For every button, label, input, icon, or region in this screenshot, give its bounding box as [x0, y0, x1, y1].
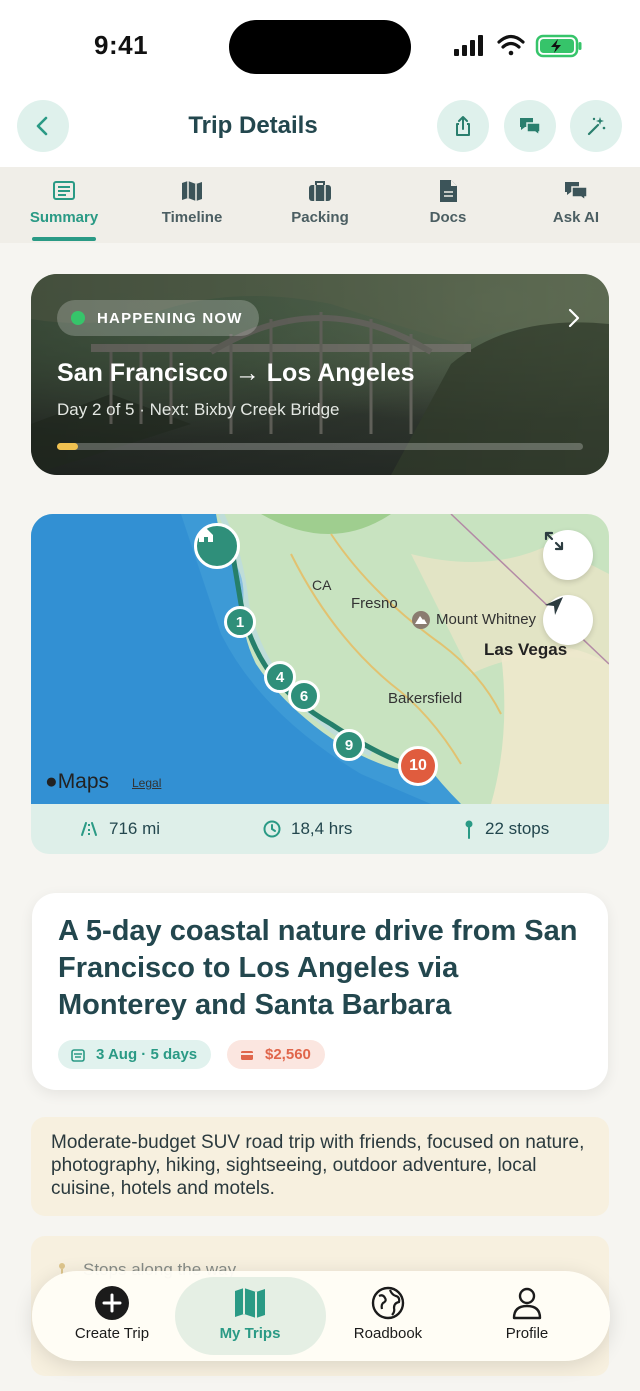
credit-card-icon: [241, 1051, 253, 1060]
calendar-icon: [71, 1049, 85, 1062]
clock-icon: [263, 820, 281, 838]
road-icon: [81, 822, 97, 836]
plus-circle-icon: [95, 1286, 129, 1320]
status-icons: [452, 32, 582, 62]
map-label-state: CA: [312, 577, 332, 593]
tab-docs[interactable]: Docs: [384, 177, 512, 226]
stat-stops: 22 stops: [463, 804, 549, 854]
share-icon: [456, 116, 470, 136]
stat-distance-value: 716 mi: [109, 819, 161, 838]
mountain-icon: [412, 611, 430, 629]
stat-distance: 716 mi: [79, 804, 160, 854]
date-chip: 3 Aug · 5 days: [58, 1040, 212, 1069]
person-icon: [512, 1287, 542, 1320]
stat-duration: 18,4 hrs: [263, 804, 352, 854]
trip-route: San Francisco → Los Angeles: [57, 359, 415, 387]
pin-icon: [465, 820, 473, 839]
map-icon: [235, 1288, 265, 1318]
tabbar-label: Roadbook: [353, 1325, 423, 1342]
route-map[interactable]: CA Fresno Mount Whitney Las Vegas Bakers…: [31, 514, 609, 804]
active-tab-indicator: [32, 237, 96, 241]
tab-label: Docs: [429, 209, 467, 226]
trip-description: Moderate-budget SUV road trip with frien…: [31, 1117, 609, 1216]
share-button[interactable]: [437, 100, 489, 152]
tabbar-roadbook[interactable]: Roadbook: [313, 1271, 463, 1361]
signal-icon: [454, 35, 483, 56]
tabbar-label: Create Trip: [74, 1325, 150, 1342]
tab-label: Packing: [291, 209, 349, 226]
sparkle-wand-icon: [587, 117, 606, 136]
chat-icon: [565, 182, 588, 202]
budget-chip-label: $2,560: [265, 1046, 311, 1063]
chat-bubbles-icon: [520, 118, 541, 137]
ai-magic-button[interactable]: [570, 100, 622, 152]
status-time: 9:41: [94, 30, 149, 60]
tab-label: Summary: [29, 209, 99, 226]
maps-brand: ●Maps: [45, 770, 109, 794]
map-label-fresno: Fresno: [351, 595, 398, 612]
summary-icon: [53, 181, 75, 200]
trip-stats: 716 mi 18,4 hrs 22 stops: [31, 804, 609, 854]
map-label-bakersfield: Bakersfield: [388, 690, 463, 707]
locate-me-button[interactable]: [543, 595, 593, 645]
document-icon: [440, 180, 457, 202]
maps-brand-label: Maps: [57, 770, 110, 793]
map-icon: [182, 181, 202, 201]
map-pin[interactable]: 6: [288, 680, 320, 712]
status-bar: 9:41: [0, 0, 640, 95]
current-trip-card[interactable]: HAPPENING NOW San Francisco → Los Angele…: [31, 274, 609, 475]
map-label-lasvegas: Las Vegas: [484, 640, 568, 659]
date-chip-label: 3 Aug · 5 days: [96, 1046, 198, 1063]
map-pin-home[interactable]: [194, 523, 240, 569]
expand-icon: [544, 531, 564, 551]
live-badge: HAPPENING NOW: [57, 300, 259, 336]
battery-icon: [535, 34, 582, 58]
wifi-icon: [497, 34, 525, 56]
chevron-right-icon: [568, 308, 580, 328]
tabbar-create-trip[interactable]: Create Trip: [37, 1271, 187, 1361]
map-label-whitney: Mount Whitney: [436, 611, 537, 628]
trip-progress-bar: [57, 443, 583, 450]
tabbar-profile[interactable]: Profile: [452, 1271, 602, 1361]
map-pin[interactable]: 9: [333, 729, 365, 761]
dynamic-island: [229, 20, 411, 74]
tab-label: Timeline: [161, 209, 223, 226]
home-icon: [199, 528, 213, 542]
expand-map-button[interactable]: [543, 530, 593, 580]
page-title: Trip Details: [188, 112, 318, 139]
live-badge-label: HAPPENING NOW: [97, 309, 243, 327]
tab-packing[interactable]: Packing: [256, 177, 384, 226]
location-arrow-icon: [545, 597, 563, 615]
tab-label: Ask AI: [552, 209, 600, 226]
live-dot: [71, 311, 85, 325]
tab-ask-ai[interactable]: Ask AI: [512, 177, 640, 226]
trip-title: A 5-day coastal nature drive from San Fr…: [58, 915, 578, 1021]
trip-progress-fill: [57, 443, 79, 450]
tab-timeline[interactable]: Timeline: [128, 177, 256, 226]
apple-logo-icon: ●: [45, 770, 58, 793]
section-tabs: Summary Timeline Packing Docs Ask AI: [0, 167, 640, 243]
map-pin-destination[interactable]: 10: [398, 746, 438, 786]
bottom-tab-bar: Create Trip My Trips Roadbook Profile: [32, 1271, 610, 1361]
tabbar-label: Profile: [505, 1325, 549, 1342]
tabbar-label: My Trips: [219, 1325, 281, 1342]
maps-legal-link[interactable]: Legal: [132, 776, 161, 790]
chat-button[interactable]: [504, 100, 556, 152]
header: Trip Details: [0, 95, 640, 167]
suitcase-icon: [309, 181, 331, 201]
stat-stops-value: 22 stops: [485, 819, 550, 838]
budget-chip: $2,560: [227, 1040, 325, 1069]
globe-icon: [371, 1286, 405, 1320]
tab-summary[interactable]: Summary: [0, 177, 128, 226]
map-pin[interactable]: 1: [224, 606, 256, 638]
trip-summary-card: A 5-day coastal nature drive from San Fr…: [32, 893, 608, 1090]
trip-progress-text: Day 2 of 5 · Next: Bixby Creek Bridge: [57, 400, 340, 419]
tabbar-my-trips[interactable]: My Trips: [175, 1271, 325, 1361]
stat-duration-value: 18,4 hrs: [291, 819, 353, 838]
